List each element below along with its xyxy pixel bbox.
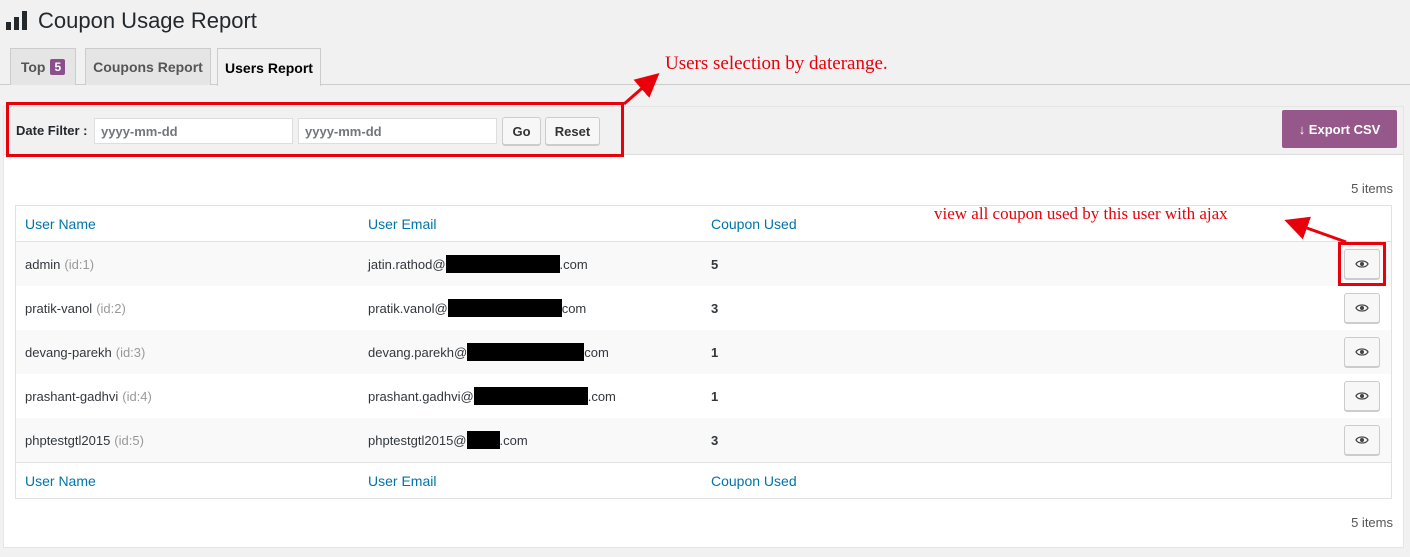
- user-email-cell: devang.parekh@ com: [368, 343, 609, 361]
- user-name-cell: prashant-gadhvi (id:4): [25, 389, 152, 404]
- email-tld: .com: [587, 388, 616, 404]
- email-local-part: prashant.gadhvi@: [368, 388, 474, 404]
- email-redaction: [473, 387, 588, 405]
- email-tld: .com: [499, 432, 528, 448]
- user-name-cell: admin (id:1): [25, 257, 94, 272]
- eye-icon: [1355, 392, 1369, 400]
- user-id: (id:5): [114, 432, 144, 448]
- email-redaction: [466, 431, 500, 449]
- column-footer-coupon-used[interactable]: Coupon Used: [711, 473, 797, 489]
- user-name: devang-parekh: [25, 344, 112, 360]
- eye-icon: [1355, 436, 1369, 444]
- email-tld: .com: [559, 256, 588, 272]
- column-footer-user-name[interactable]: User Name: [25, 473, 96, 489]
- user-name: admin: [25, 256, 61, 272]
- email-redaction: [445, 255, 560, 273]
- email-redaction: [467, 343, 585, 361]
- table-row: phptestgtl2015 (id:5) phptestgtl2015@ .com…: [16, 418, 1391, 462]
- coupon-used-count: 3: [711, 432, 719, 448]
- email-redaction: [447, 299, 562, 317]
- items-count-top: 5 items: [1351, 181, 1393, 196]
- email-local-part: phptestgtl2015@: [368, 432, 467, 448]
- user-name-cell: phptestgtl2015 (id:5): [25, 433, 144, 448]
- user-email-cell: jatin.rathod@ .com: [368, 255, 588, 273]
- tab-top-badge: 5: [50, 59, 66, 75]
- email-local-part: jatin.rathod@: [368, 256, 446, 272]
- user-id: (id:2): [96, 300, 126, 316]
- daterange-annotation: Users selection by daterange.: [665, 53, 888, 74]
- email-tld: com: [561, 300, 587, 316]
- column-header-user-name[interactable]: User Name: [25, 216, 96, 232]
- user-name: phptestgtl2015: [25, 432, 111, 448]
- coupon-used-count: 1: [711, 344, 719, 360]
- view-coupons-button[interactable]: [1344, 425, 1380, 455]
- page-title: Coupon Usage Report: [38, 8, 257, 33]
- email-local-part: pratik.vanol@: [368, 300, 448, 316]
- table-row: pratik-vanol (id:2) pratik.vanol@ com 3: [16, 286, 1391, 330]
- report-panel: Date Filter : Go Reset ↓ Export CSV 5 it…: [3, 106, 1404, 548]
- export-csv-button[interactable]: ↓ Export CSV: [1282, 110, 1397, 148]
- user-id: (id:4): [122, 388, 152, 404]
- bar-chart-icon: [6, 10, 32, 32]
- user-name: prashant-gadhvi: [25, 388, 119, 404]
- column-header-user-email[interactable]: User Email: [368, 216, 436, 232]
- table-row: admin (id:1) jatin.rathod@ .com 5: [16, 242, 1391, 286]
- coupon-used-count: 3: [711, 300, 719, 316]
- users-table: User Name User Email Coupon Used admin (i…: [15, 205, 1392, 499]
- tab-users-report[interactable]: Users Report: [217, 48, 321, 86]
- tab-top-label: Top: [20, 59, 46, 75]
- user-name-cell: pratik-vanol (id:2): [25, 301, 126, 316]
- eye-icon: [1355, 304, 1369, 312]
- tab-coupons-report[interactable]: Coupons Report: [85, 48, 211, 85]
- tab-coupons-report-label: Coupons Report: [93, 59, 203, 75]
- table-row: devang-parekh (id:3) devang.parekh@ com 1: [16, 330, 1391, 374]
- column-header-coupon-used[interactable]: Coupon Used: [711, 216, 797, 232]
- user-id: (id:3): [115, 344, 146, 360]
- view-coupons-button[interactable]: [1344, 337, 1380, 367]
- user-email-cell: phptestgtl2015@ .com: [368, 431, 528, 449]
- tab-users-report-label: Users Report: [225, 59, 313, 76]
- view-coupons-button[interactable]: [1344, 293, 1380, 323]
- tab-top[interactable]: Top 5: [10, 48, 76, 85]
- user-email-cell: pratik.vanol@ com: [368, 299, 586, 317]
- user-email-cell: prashant.gadhvi@ .com: [368, 387, 616, 405]
- user-id: (id:1): [64, 256, 95, 272]
- coupon-used-count: 1: [711, 388, 719, 404]
- email-tld: com: [584, 344, 609, 360]
- view-coupons-button[interactable]: [1344, 381, 1380, 411]
- daterange-highlight-box: [6, 102, 624, 157]
- page-header: Coupon Usage Report: [6, 8, 257, 34]
- email-local-part: devang.parekh@: [368, 344, 468, 360]
- table-footer: User Name User Email Coupon Used: [16, 462, 1391, 498]
- view-button-highlight-box: [1338, 242, 1386, 286]
- ajax-annotation: view all coupon used by this user with a…: [934, 204, 1228, 223]
- eye-icon: [1355, 348, 1369, 356]
- column-footer-user-email[interactable]: User Email: [368, 473, 436, 489]
- table-row: prashant-gadhvi (id:4) prashant.gadhvi@ .c…: [16, 374, 1391, 418]
- user-name-cell: devang-parekh (id:3): [25, 345, 145, 360]
- coupon-used-count: 5: [711, 256, 719, 272]
- items-count-bottom: 5 items: [1351, 515, 1393, 530]
- user-name: pratik-vanol: [25, 300, 93, 316]
